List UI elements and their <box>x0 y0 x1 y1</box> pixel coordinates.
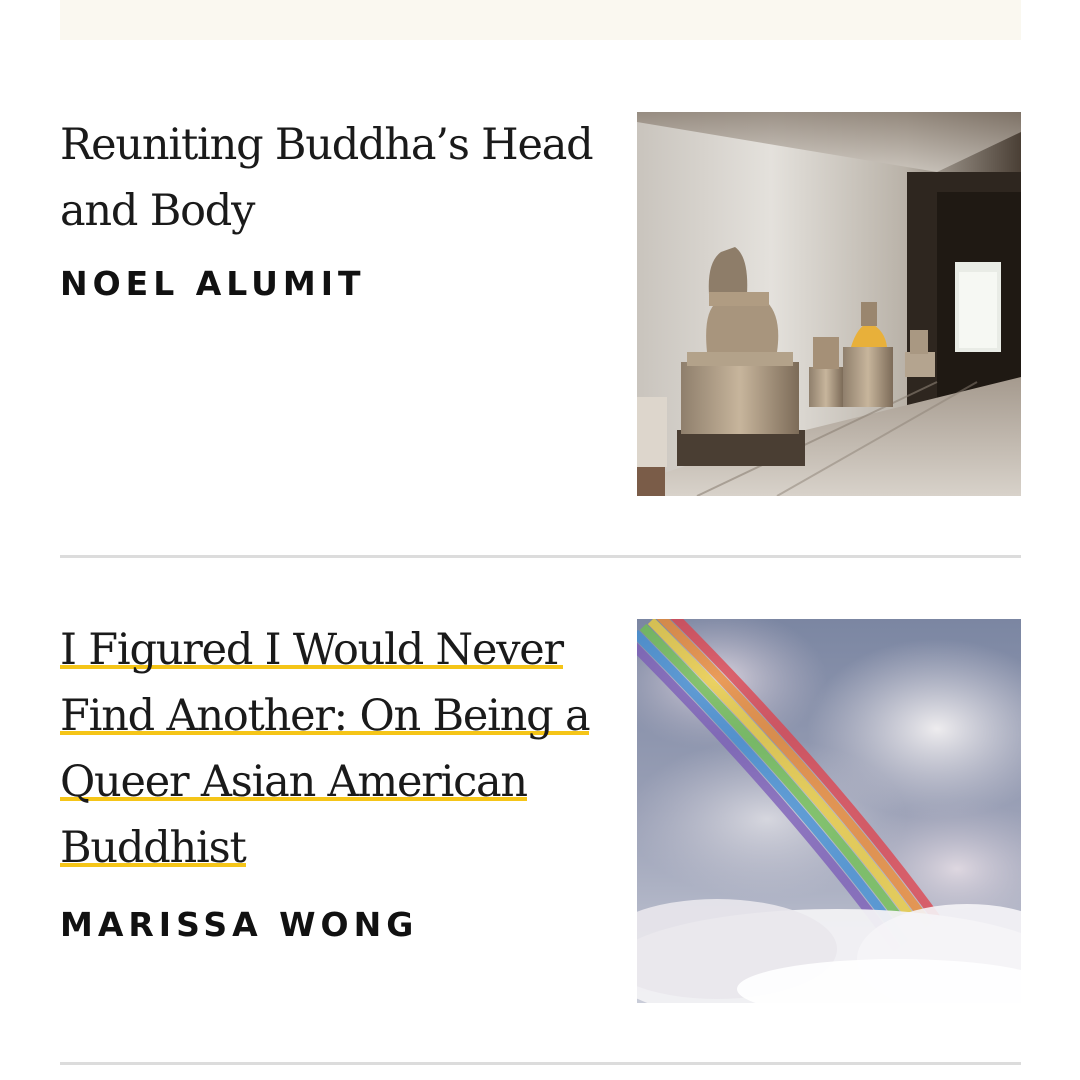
divider <box>60 555 1021 558</box>
article-title-link[interactable]: I Figured I Would Never Find Another: On… <box>60 625 591 873</box>
article-title[interactable]: Reuniting Buddha’s Head and Body <box>60 112 620 244</box>
article-list-page: Reuniting Buddha’s Head and Body NOEL AL… <box>0 0 1080 1080</box>
rainbow-clouds-image <box>637 619 1021 1003</box>
article-thumbnail[interactable] <box>637 619 1021 1003</box>
article-card: I Figured I Would Never Find Another: On… <box>60 619 1021 1003</box>
previous-item-footer <box>60 0 1021 40</box>
article-thumbnail[interactable] <box>637 112 1021 496</box>
article-text: Reuniting Buddha’s Head and Body NOEL AL… <box>60 112 620 303</box>
article-title-text[interactable]: Reuniting Buddha’s Head and Body <box>60 120 594 236</box>
buddha-statues-image <box>637 112 1021 496</box>
article-author[interactable]: MARISSA WONG <box>60 905 620 944</box>
divider <box>60 1062 1021 1065</box>
article-author[interactable]: NOEL ALUMIT <box>60 264 620 303</box>
article-card: Reuniting Buddha’s Head and Body NOEL AL… <box>60 112 1021 496</box>
article-text: I Figured I Would Never Find Another: On… <box>60 619 620 944</box>
article-title[interactable]: I Figured I Would Never Find Another: On… <box>60 617 620 881</box>
